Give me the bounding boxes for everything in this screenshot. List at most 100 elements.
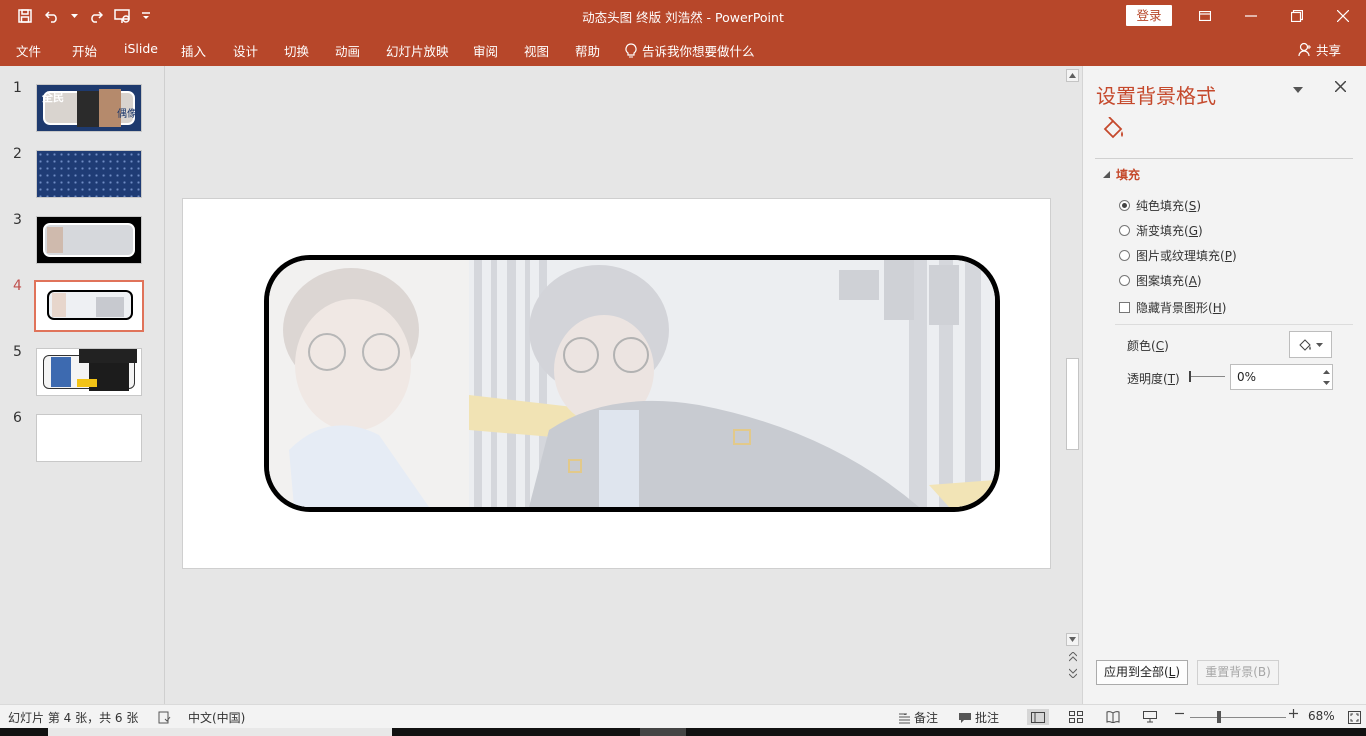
hide-graphics-checkbox[interactable]	[1119, 302, 1130, 313]
zoom-out-icon[interactable]	[1175, 709, 1184, 718]
fit-to-window-icon[interactable]	[1343, 709, 1365, 725]
option-key: P	[1225, 249, 1232, 263]
notes-button[interactable]: 备注	[898, 709, 938, 726]
taskbar-item[interactable]	[48, 728, 392, 736]
zoom-slider-track[interactable]	[1190, 717, 1286, 718]
comment-icon	[958, 712, 972, 724]
slide-editing-area	[166, 66, 1064, 704]
scroll-up-icon[interactable]	[1066, 69, 1079, 82]
transparency-slider-knob[interactable]	[1189, 371, 1191, 382]
picture-fill-radio[interactable]	[1119, 250, 1130, 261]
transparency-label: 透明度(T)	[1127, 370, 1180, 387]
scroll-down-icon[interactable]	[1066, 633, 1079, 646]
zoom-slider-knob[interactable]	[1217, 711, 1221, 723]
ribbon-display-options-icon[interactable]	[1182, 0, 1228, 32]
tab-insert[interactable]: 插入	[181, 41, 206, 60]
slide-thumbnail-4[interactable]	[34, 280, 144, 332]
transparency-value[interactable]: 0%	[1237, 370, 1256, 384]
comments-button[interactable]: 批注	[958, 709, 999, 726]
tell-me-box[interactable]: 告诉我你想要做什么	[625, 41, 755, 60]
transparency-slider-track[interactable]	[1189, 376, 1225, 377]
option-label: 图案填充(	[1136, 274, 1189, 288]
color-label: 颜色(C)	[1127, 337, 1169, 354]
tab-file[interactable]: 文件	[16, 41, 41, 60]
slide-thumbnail-6[interactable]	[36, 414, 142, 462]
option-label: 隐藏背景图形(	[1136, 301, 1213, 315]
person-icon	[1298, 42, 1312, 57]
spin-down-icon[interactable]	[1321, 378, 1331, 388]
tab-home[interactable]: 开始	[72, 41, 97, 60]
rounded-photo-frame[interactable]	[264, 255, 1000, 512]
previous-slide-icon[interactable]	[1066, 650, 1079, 663]
slide-sorter-view-icon[interactable]	[1065, 709, 1087, 725]
taskbar-item[interactable]	[640, 728, 686, 736]
close-icon[interactable]	[1320, 0, 1366, 32]
solid-fill-radio[interactable]	[1119, 200, 1130, 211]
color-picker-button[interactable]	[1289, 331, 1332, 358]
language-status[interactable]: 中文(中国)	[188, 709, 245, 726]
apply-all-label: 应用到全部(	[1104, 665, 1169, 679]
zoom-level[interactable]: 68%	[1308, 709, 1335, 723]
pattern-fill-option[interactable]: 图案填充(A)	[1119, 272, 1202, 289]
transparency-spinbox[interactable]: 0%	[1230, 364, 1333, 390]
pane-title: 设置背景格式	[1096, 80, 1216, 109]
tab-transitions[interactable]: 切换	[284, 41, 309, 60]
login-button[interactable]: 登录	[1126, 5, 1172, 26]
collapse-triangle-icon	[1103, 171, 1110, 178]
apply-to-all-button[interactable]: 应用到全部(L)	[1096, 660, 1188, 685]
option-key: A	[1189, 274, 1197, 288]
pane-options-dropdown-icon[interactable]	[1293, 82, 1303, 96]
slide-thumbnail-2[interactable]	[36, 150, 142, 198]
tab-animations[interactable]: 动画	[335, 41, 360, 60]
notes-icon	[898, 712, 911, 724]
slide-count-status: 幻灯片 第 4 张，共 6 张	[8, 709, 138, 726]
scroll-thumb[interactable]	[1066, 358, 1079, 450]
reset-background-button[interactable]: 重置背景(B)	[1197, 660, 1279, 685]
notes-label: 备注	[914, 709, 938, 726]
accessibility-check-icon[interactable]	[153, 709, 175, 725]
normal-view-icon[interactable]	[1027, 709, 1049, 725]
option-label: 图片或纹理填充(	[1136, 249, 1225, 263]
paint-bucket-icon	[1298, 338, 1312, 352]
transparency-key: T	[1168, 372, 1175, 386]
slide-thumbnail-3[interactable]	[36, 216, 142, 264]
tab-design[interactable]: 设计	[233, 41, 258, 60]
gradient-fill-radio[interactable]	[1119, 225, 1130, 236]
fill-bucket-icon[interactable]	[1100, 117, 1126, 146]
option-key: S	[1189, 199, 1197, 213]
title-bar: 动态头图 终版 刘浩然 - PowerPoint 登录	[0, 0, 1366, 32]
chevron-down-icon	[1316, 343, 1323, 347]
slide-thumbnail-5[interactable]	[36, 348, 142, 396]
pane-divider	[1095, 158, 1353, 159]
picture-texture-fill-option[interactable]: 图片或纹理填充(P)	[1119, 247, 1237, 264]
slide1-title-text: 全民	[42, 89, 64, 105]
solid-fill-option[interactable]: 纯色填充(S)	[1119, 197, 1201, 214]
hide-background-graphics-option[interactable]: 隐藏背景图形(H)	[1119, 299, 1226, 316]
color-label-text: 颜色(	[1127, 339, 1156, 353]
reading-view-icon[interactable]	[1102, 709, 1124, 725]
pane-close-icon[interactable]	[1335, 81, 1346, 95]
tab-review[interactable]: 审阅	[473, 41, 498, 60]
next-slide-icon[interactable]	[1066, 666, 1079, 679]
spin-up-icon[interactable]	[1321, 367, 1331, 377]
lightbulb-icon	[625, 43, 637, 58]
vertical-scrollbar[interactable]	[1064, 66, 1081, 684]
slide-number: 1	[13, 80, 22, 96]
tab-slideshow[interactable]: 幻灯片放映	[386, 41, 449, 60]
current-slide[interactable]	[182, 198, 1051, 569]
slideshow-view-icon[interactable]	[1139, 709, 1161, 725]
tab-islide[interactable]: iSlide	[124, 41, 158, 56]
share-button[interactable]: 共享	[1298, 40, 1341, 59]
pattern-fill-radio[interactable]	[1119, 275, 1130, 286]
option-key: G	[1189, 224, 1198, 238]
tab-help[interactable]: 帮助	[575, 41, 600, 60]
zoom-in-icon[interactable]	[1289, 709, 1298, 718]
fill-section-header[interactable]: 填充	[1103, 166, 1140, 183]
restore-icon[interactable]	[1274, 0, 1320, 32]
gradient-fill-option[interactable]: 渐变填充(G)	[1119, 222, 1203, 239]
slide-number: 6	[13, 410, 22, 426]
faded-photo-collage	[269, 260, 995, 507]
minimize-icon[interactable]	[1228, 0, 1274, 32]
tab-view[interactable]: 视图	[524, 41, 549, 60]
slide-thumbnail-1[interactable]: 全民 偶像	[36, 84, 142, 132]
